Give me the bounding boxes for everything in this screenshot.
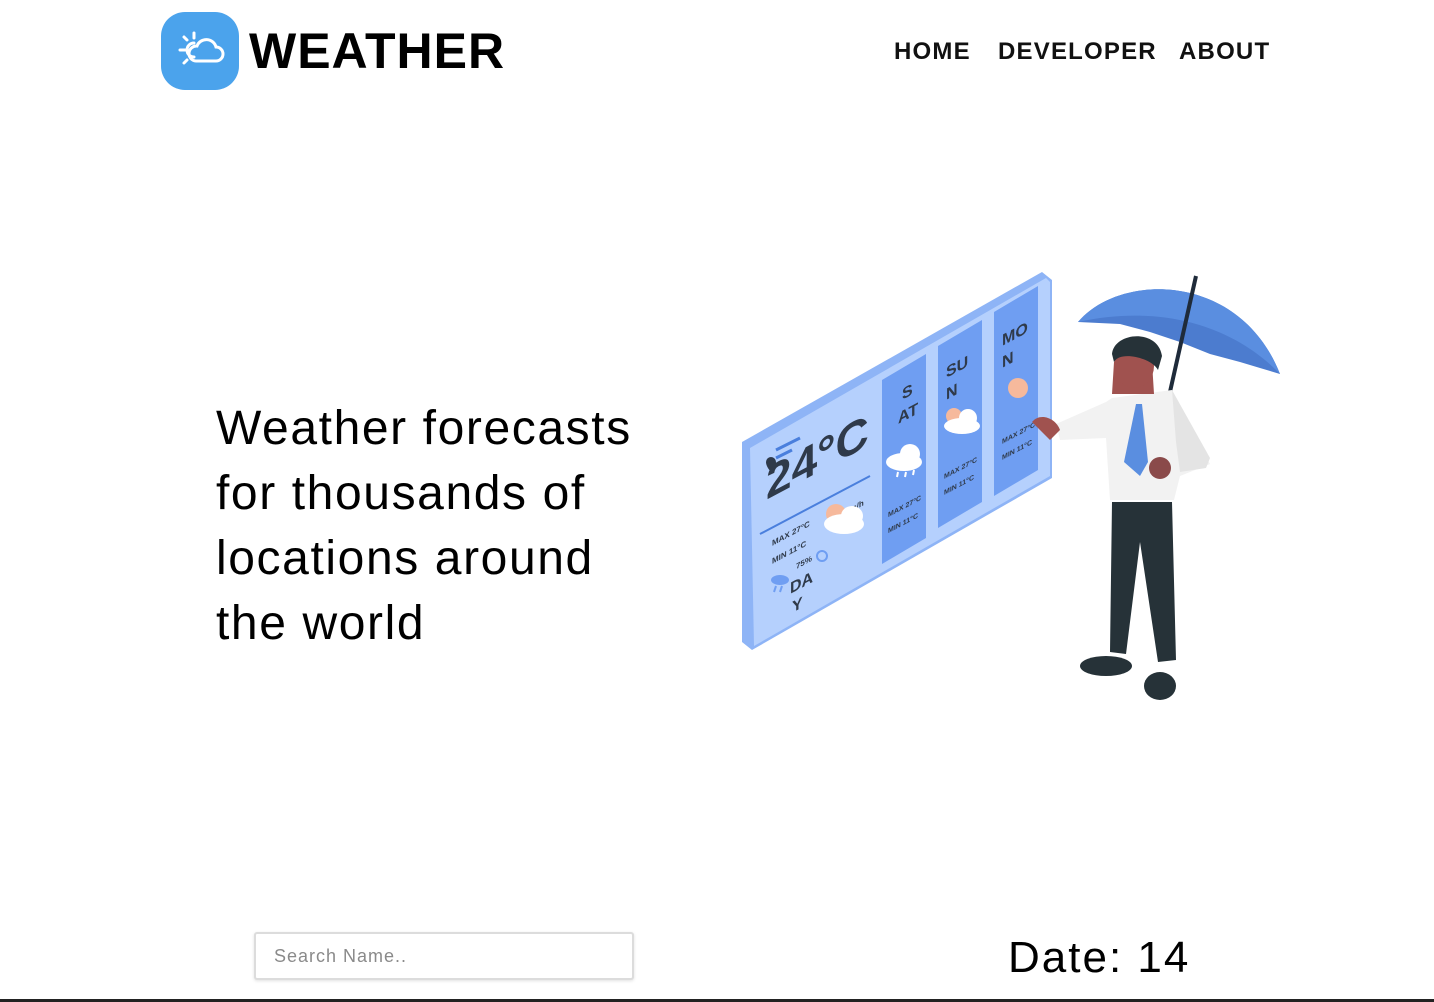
date-value: 14 bbox=[1137, 933, 1191, 982]
weather-illustration: 24°C MAX 27°C MIN 11°C 75% 15 km/h DA Y … bbox=[742, 272, 1280, 700]
sun-icon bbox=[1008, 378, 1028, 398]
hero-line: locations around bbox=[216, 532, 594, 585]
nav-developer[interactable]: DEVELOPER bbox=[998, 36, 1157, 68]
search-input[interactable] bbox=[254, 932, 634, 980]
hero-heading: Weather forecasts for thousands of locat… bbox=[216, 396, 686, 656]
hero-line: Weather forecasts bbox=[216, 402, 632, 455]
hero-line: for thousands of bbox=[216, 467, 586, 520]
date-label: Date: bbox=[1008, 933, 1124, 982]
hero-line: the world bbox=[216, 597, 426, 650]
sun-cloud-icon bbox=[824, 504, 864, 534]
nav-home[interactable]: HOME bbox=[894, 36, 971, 68]
main-nav: HOME DEVELOPER ABOUT bbox=[0, 36, 1434, 68]
sun-cloud-icon bbox=[944, 408, 980, 434]
nav-about[interactable]: ABOUT bbox=[1179, 36, 1270, 68]
date-display: Date: 14 bbox=[1008, 930, 1190, 986]
person-with-umbrella bbox=[1032, 275, 1280, 700]
